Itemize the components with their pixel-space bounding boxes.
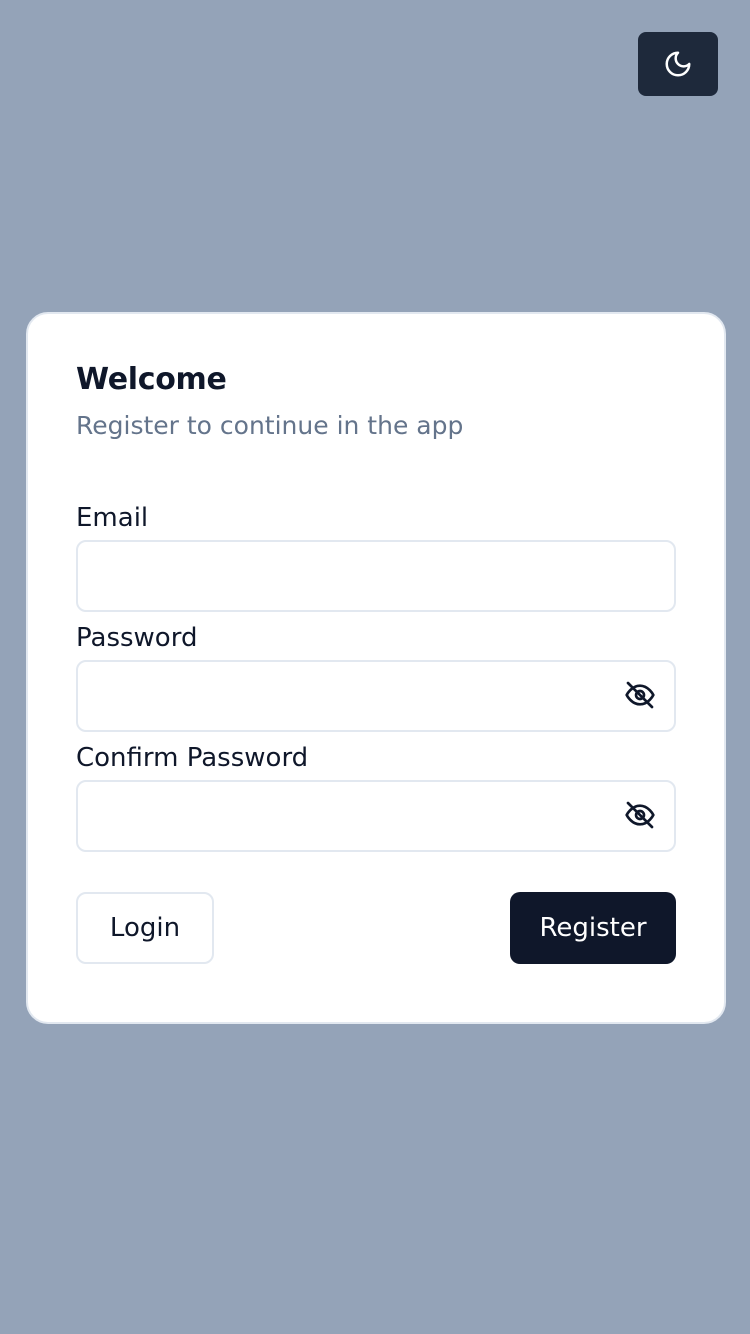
card-title: Welcome [76, 362, 227, 397]
form-actions: Login Register [76, 892, 676, 964]
confirm-password-field[interactable] [76, 780, 676, 852]
card-subtitle: Register to continue in the app [76, 411, 464, 440]
email-label: Email [76, 503, 149, 533]
theme-toggle-button[interactable] [638, 32, 718, 96]
password-field-wrapper [76, 660, 676, 732]
confirm-password-visibility-toggle[interactable] [622, 798, 658, 834]
password-field[interactable] [76, 660, 676, 732]
confirm-password-field-wrapper [76, 780, 676, 852]
eye-off-icon [624, 679, 656, 714]
login-button[interactable]: Login [76, 892, 214, 964]
eye-off-icon [624, 799, 656, 834]
password-label: Password [76, 623, 198, 653]
email-field[interactable] [76, 540, 676, 612]
confirm-password-label: Confirm Password [76, 743, 309, 773]
moon-icon [663, 49, 693, 79]
email-field-wrapper [76, 540, 676, 612]
password-visibility-toggle[interactable] [622, 678, 658, 714]
register-form: Email Password Confirm Password Login Re… [76, 500, 676, 964]
register-button[interactable]: Register [510, 892, 676, 964]
register-card: Welcome Register to continue in the app … [26, 312, 726, 1024]
app-root: { "theme_toggle": { "icon": "moon-icon",… [0, 0, 750, 1334]
